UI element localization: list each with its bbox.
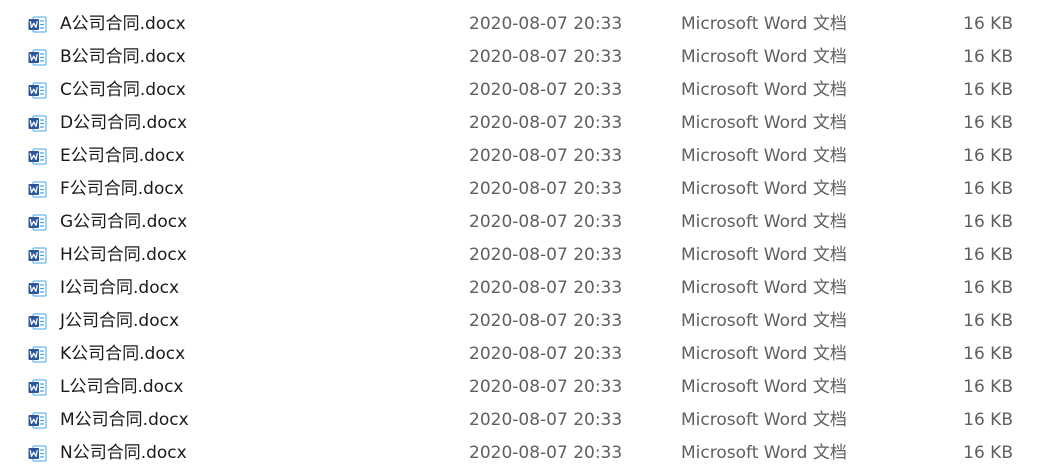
file-name[interactable]: D公司合同.docx [60, 107, 187, 140]
word-document-icon [28, 16, 47, 33]
file-row[interactable]: A公司合同.docx 2020-08-07 20:33 Microsoft Wo… [0, 8, 1044, 41]
word-document-icon [28, 445, 47, 462]
file-row[interactable]: B公司合同.docx 2020-08-07 20:33 Microsoft Wo… [0, 41, 1044, 74]
file-type: Microsoft Word 文档 [681, 410, 847, 430]
file-name[interactable]: H公司合同.docx [60, 239, 187, 272]
file-row[interactable]: C公司合同.docx 2020-08-07 20:33 Microsoft Wo… [0, 74, 1044, 107]
file-size: 16 KB [963, 443, 1013, 463]
file-type: Microsoft Word 文档 [681, 179, 847, 199]
word-document-icon [28, 82, 47, 99]
file-size: 16 KB [963, 47, 1013, 67]
file-name[interactable]: A公司合同.docx [60, 8, 186, 41]
file-list: A公司合同.docx 2020-08-07 20:33 Microsoft Wo… [0, 0, 1044, 476]
word-document-icon [28, 49, 47, 66]
file-row[interactable]: H公司合同.docx 2020-08-07 20:33 Microsoft Wo… [0, 239, 1044, 272]
file-name[interactable]: F公司合同.docx [60, 173, 184, 206]
file-size: 16 KB [963, 14, 1013, 34]
word-document-icon [28, 280, 47, 297]
file-modified-date: 2020-08-07 20:33 [469, 47, 623, 67]
file-size: 16 KB [963, 410, 1013, 430]
file-type: Microsoft Word 文档 [681, 377, 847, 397]
file-row[interactable]: M公司合同.docx 2020-08-07 20:33 Microsoft Wo… [0, 404, 1044, 437]
file-size: 16 KB [963, 344, 1013, 364]
word-document-icon [28, 412, 47, 429]
file-row[interactable]: G公司合同.docx 2020-08-07 20:33 Microsoft Wo… [0, 206, 1044, 239]
word-document-icon [28, 379, 47, 396]
file-size: 16 KB [963, 113, 1013, 133]
file-size: 16 KB [963, 146, 1013, 166]
file-name[interactable]: N公司合同.docx [60, 437, 187, 470]
file-modified-date: 2020-08-07 20:33 [469, 14, 623, 34]
word-document-icon [28, 115, 47, 132]
file-modified-date: 2020-08-07 20:33 [469, 179, 623, 199]
file-type: Microsoft Word 文档 [681, 146, 847, 166]
file-row[interactable]: N公司合同.docx 2020-08-07 20:33 Microsoft Wo… [0, 437, 1044, 470]
file-type: Microsoft Word 文档 [681, 47, 847, 67]
file-modified-date: 2020-08-07 20:33 [469, 278, 623, 298]
file-size: 16 KB [963, 278, 1013, 298]
file-name[interactable]: E公司合同.docx [60, 140, 185, 173]
file-size: 16 KB [963, 179, 1013, 199]
file-row[interactable]: K公司合同.docx 2020-08-07 20:33 Microsoft Wo… [0, 338, 1044, 371]
file-type: Microsoft Word 文档 [681, 113, 847, 133]
word-document-icon [28, 214, 47, 231]
file-modified-date: 2020-08-07 20:33 [469, 311, 623, 331]
file-modified-date: 2020-08-07 20:33 [469, 443, 623, 463]
file-name[interactable]: M公司合同.docx [60, 404, 189, 437]
file-size: 16 KB [963, 212, 1013, 232]
file-modified-date: 2020-08-07 20:33 [469, 146, 623, 166]
file-type: Microsoft Word 文档 [681, 245, 847, 265]
file-type: Microsoft Word 文档 [681, 14, 847, 34]
file-modified-date: 2020-08-07 20:33 [469, 113, 623, 133]
file-size: 16 KB [963, 311, 1013, 331]
file-size: 16 KB [963, 80, 1013, 100]
file-type: Microsoft Word 文档 [681, 212, 847, 232]
word-document-icon [28, 247, 47, 264]
file-row[interactable]: E公司合同.docx 2020-08-07 20:33 Microsoft Wo… [0, 140, 1044, 173]
file-modified-date: 2020-08-07 20:33 [469, 212, 623, 232]
file-row[interactable]: I公司合同.docx 2020-08-07 20:33 Microsoft Wo… [0, 272, 1044, 305]
file-type: Microsoft Word 文档 [681, 311, 847, 331]
file-name[interactable]: J公司合同.docx [60, 305, 179, 338]
file-row[interactable]: J公司合同.docx 2020-08-07 20:33 Microsoft Wo… [0, 305, 1044, 338]
word-document-icon [28, 346, 47, 363]
file-type: Microsoft Word 文档 [681, 80, 847, 100]
file-size: 16 KB [963, 377, 1013, 397]
file-size: 16 KB [963, 245, 1013, 265]
file-modified-date: 2020-08-07 20:33 [469, 410, 623, 430]
file-type: Microsoft Word 文档 [681, 278, 847, 298]
word-document-icon [28, 148, 47, 165]
file-name[interactable]: C公司合同.docx [60, 74, 186, 107]
file-modified-date: 2020-08-07 20:33 [469, 245, 623, 265]
file-name[interactable]: K公司合同.docx [60, 338, 185, 371]
file-name[interactable]: I公司合同.docx [60, 272, 179, 305]
file-modified-date: 2020-08-07 20:33 [469, 80, 623, 100]
file-name[interactable]: L公司合同.docx [60, 371, 183, 404]
file-modified-date: 2020-08-07 20:33 [469, 344, 623, 364]
word-document-icon [28, 313, 47, 330]
file-row[interactable]: D公司合同.docx 2020-08-07 20:33 Microsoft Wo… [0, 107, 1044, 140]
file-modified-date: 2020-08-07 20:33 [469, 377, 623, 397]
word-document-icon [28, 181, 47, 198]
file-row[interactable]: F公司合同.docx 2020-08-07 20:33 Microsoft Wo… [0, 173, 1044, 206]
file-row[interactable]: L公司合同.docx 2020-08-07 20:33 Microsoft Wo… [0, 371, 1044, 404]
file-name[interactable]: B公司合同.docx [60, 41, 186, 74]
file-type: Microsoft Word 文档 [681, 344, 847, 364]
file-type: Microsoft Word 文档 [681, 443, 847, 463]
file-name[interactable]: G公司合同.docx [60, 206, 187, 239]
